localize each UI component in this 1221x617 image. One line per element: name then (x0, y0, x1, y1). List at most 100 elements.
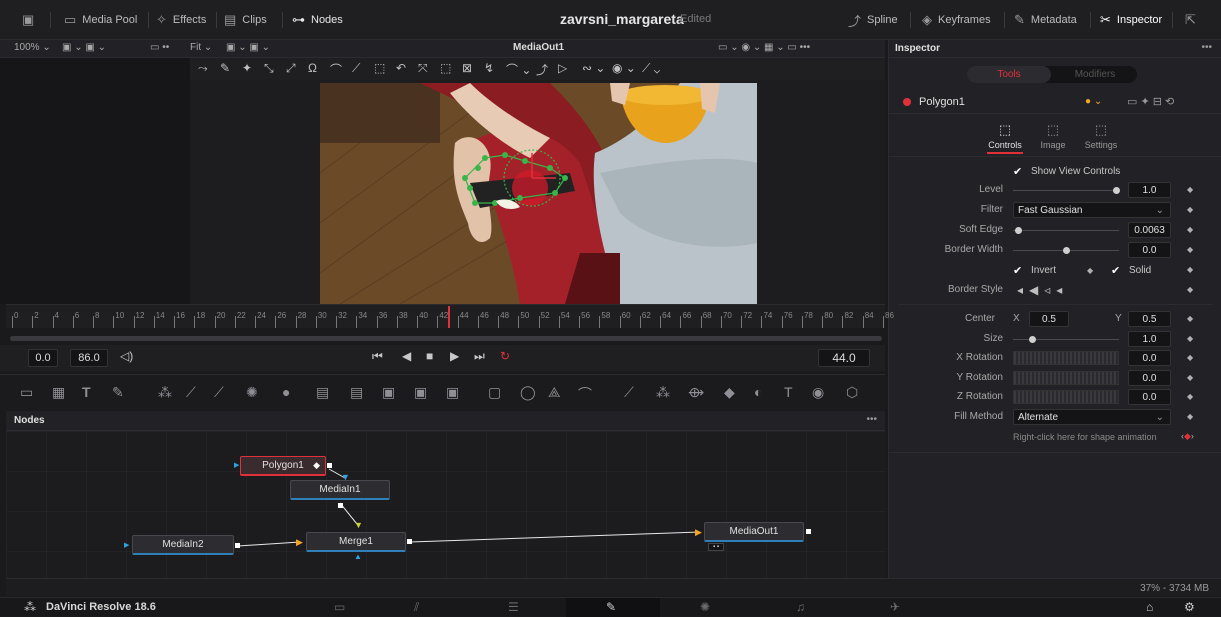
text3d-icon[interactable]: T (784, 384, 793, 400)
effects-button[interactable]: ✧ Effects (156, 11, 206, 29)
transform-box-icon[interactable]: ⬚ (440, 61, 451, 75)
nodes-button[interactable]: ⊶ Nodes (292, 11, 343, 29)
node-output-port[interactable] (407, 539, 412, 544)
level-slider-handle[interactable] (1113, 187, 1120, 194)
key-points-icon[interactable]: ↶ (396, 61, 406, 75)
reduce-points-icon[interactable]: ↯ (484, 61, 494, 75)
timeline-scrollbar[interactable] (10, 336, 882, 341)
brush-tool-icon[interactable]: ✎ (112, 384, 124, 401)
tab-tools[interactable]: Tools (967, 66, 1051, 83)
blur-tool-icon[interactable]: ● (282, 384, 290, 400)
home-icon[interactable]: ⌂ (1146, 600, 1153, 614)
y-rotation-dial[interactable] (1013, 371, 1119, 385)
z-rotation-dial[interactable] (1013, 390, 1119, 404)
render-end-field[interactable]: 86.0 (70, 349, 108, 367)
edit-page-icon[interactable]: ☰ (508, 600, 519, 614)
channel-icon[interactable]: ▣ ⌄ ▣ ⌄ (226, 42, 270, 53)
fairlight-page-icon[interactable]: ♫ (796, 600, 805, 614)
delete-point-icon[interactable]: ⊠ (462, 61, 472, 75)
draw-icon[interactable]: ✎ (220, 61, 230, 75)
resize-tool-icon[interactable]: ▣ (446, 384, 459, 401)
go-to-end-icon[interactable]: ⏭ (474, 349, 485, 364)
follow-points-icon[interactable]: ▷ (558, 61, 567, 75)
particle-tool-icon[interactable]: ⁂ (158, 384, 172, 401)
deliver-page-icon[interactable]: ✈ (890, 600, 900, 614)
border-width-field[interactable]: 0.0 (1128, 242, 1171, 258)
x-rotation-field[interactable]: 0.0 (1128, 350, 1171, 366)
step-back-icon[interactable]: ◀ (402, 349, 411, 363)
keyframe-diamond-icon[interactable]: ◆ (1087, 266, 1093, 275)
bspline-mask-icon[interactable]: ⌒ (578, 384, 592, 404)
tool-options-icons[interactable]: ▭ ✦ ⊟ ⟲ (1127, 95, 1174, 108)
center-x-field[interactable]: 0.5 (1029, 311, 1069, 327)
render3d-icon[interactable]: ◉ (812, 384, 824, 401)
subtab-controls[interactable]: ⬚ Controls (987, 122, 1023, 154)
keyframe-diamond-icon[interactable]: ◆ (1187, 285, 1193, 294)
keyframe-diamond-icon[interactable]: ◆ (1187, 314, 1193, 323)
spline-button[interactable]: ⤴ Spline (848, 11, 898, 29)
size-field[interactable]: 1.0 (1128, 331, 1171, 347)
shape-animation-hint[interactable]: Right-click here for shape animation (1013, 432, 1157, 442)
tab-modifiers[interactable]: Modifiers (1053, 66, 1137, 83)
shape3d-icon[interactable]: ◆ (724, 384, 735, 401)
delta-keyer-icon[interactable]: ⟴ (688, 384, 704, 401)
render-start-field[interactable]: 0.0 (28, 349, 58, 367)
y-rotation-field[interactable]: 0.0 (1128, 370, 1171, 386)
rectangle-mask-icon[interactable]: ▢ (488, 384, 501, 401)
loop-icon[interactable]: ↻ (500, 349, 510, 363)
brush-icon[interactable]: ⟋ ⌄ (642, 61, 660, 76)
keyframe-diamond-icon[interactable]: ◆ (1187, 245, 1193, 254)
node-editor[interactable] (6, 431, 885, 578)
viewer-options-icon[interactable]: ▭ ⌄ ◉ ⌄ ▦ ⌄ ▭ ••• (718, 42, 810, 53)
select-all-icon[interactable]: ⬚ (374, 61, 385, 75)
border-style-options-icon[interactable]: ◂◀◃◂ (1017, 283, 1068, 297)
viewer-frame[interactable] (320, 83, 757, 304)
insert-point-icon[interactable]: ✦ (242, 61, 252, 75)
view-option-icon[interactable]: ▣ ⌄ ▣ ⌄ (62, 42, 106, 53)
inspector-menu[interactable]: ••• (1201, 42, 1212, 53)
soft-edge-slider-handle[interactable] (1015, 227, 1022, 234)
metadata-button[interactable]: ✎ Metadata (1014, 11, 1077, 29)
background-tool-icon[interactable]: ▭ (20, 384, 33, 401)
keyframe-diamond-icon[interactable]: ◆ (1187, 412, 1193, 421)
node-output-port[interactable] (806, 529, 811, 534)
clips-button[interactable]: ▤ Clips (224, 11, 267, 29)
onion-icon[interactable]: ◉ ⌄ (612, 61, 636, 75)
cut-page-icon[interactable]: ⫽ (414, 600, 419, 615)
invert-checkbox[interactable]: ✔ (1013, 264, 1022, 277)
z-rotation-field[interactable]: 0.0 (1128, 389, 1171, 405)
paint-tool-icon[interactable]: ▦ (52, 384, 65, 401)
smooth-icon[interactable]: ⌒ (330, 61, 342, 78)
click-append-icon[interactable]: ⤳ (198, 61, 208, 76)
node-output-port[interactable] (327, 463, 332, 468)
node-mediain2[interactable]: MediaIn2 (132, 535, 234, 555)
done-icon[interactable]: ⤢ (286, 61, 296, 76)
level-field[interactable]: 1.0 (1128, 182, 1171, 198)
brightness-tool-icon[interactable]: ✺ (246, 384, 258, 401)
publish-icon[interactable]: ⤴ (536, 61, 548, 78)
color-corrector-icon[interactable]: ⟋ (214, 384, 224, 401)
current-frame-field[interactable]: 44.0 (818, 349, 870, 367)
keyframe-diamond-icon[interactable]: ◆ (1187, 205, 1193, 214)
close-shape-icon[interactable]: Ω (308, 61, 317, 75)
keyframe-diamond-icon[interactable]: ◆ (1187, 373, 1193, 382)
fill-method-dropdown[interactable]: Alternate ⌄ (1013, 409, 1171, 425)
x-rotation-dial[interactable] (1013, 351, 1119, 365)
color-page-icon[interactable]: ✺ (700, 600, 710, 614)
transform-tool-icon[interactable]: ▣ (414, 384, 427, 401)
modify-icon[interactable]: ⤡ (264, 61, 274, 76)
soft-edge-field[interactable]: 0.0063 (1128, 222, 1171, 238)
node-output-port[interactable] (235, 543, 240, 548)
border-width-slider-handle[interactable] (1063, 247, 1070, 254)
node-output-port[interactable] (338, 503, 343, 508)
size-slider-handle[interactable] (1029, 336, 1036, 343)
merge3d-icon[interactable]: ⬡ (846, 384, 858, 401)
soft-edge-slider[interactable] (1013, 230, 1119, 231)
audio-icon[interactable]: ◁) (120, 349, 133, 363)
keyframe-diamond-icon[interactable]: ◆ (1187, 353, 1193, 362)
go-to-start-icon[interactable]: ⏮ (372, 349, 383, 364)
playhead[interactable] (448, 306, 450, 328)
keyframe-diamond-icon[interactable]: ◆ (1187, 265, 1193, 274)
ellipse-mask-icon[interactable]: ◯ (520, 384, 536, 401)
fullscreen-button[interactable]: ⇱ (1185, 11, 1196, 29)
